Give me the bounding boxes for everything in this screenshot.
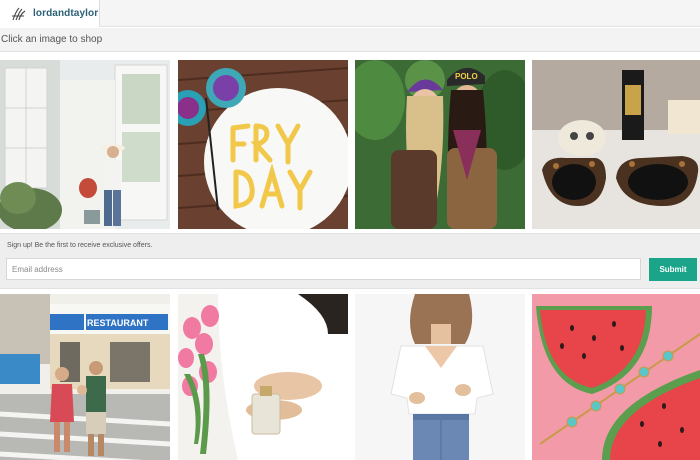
signup-prompt: Sign up! Be the first to receive exclusi… [7, 242, 153, 249]
signup-section: Sign up! Be the first to receive exclusi… [0, 233, 700, 289]
shop-instruction: Click an image to shop [0, 28, 700, 52]
top-bar: lordandtaylor [0, 0, 700, 27]
gallery-image-white-tee[interactable] [355, 294, 525, 460]
gallery-image-woman-door[interactable] [0, 60, 170, 229]
gallery-image-sunglasses[interactable] [532, 60, 700, 229]
restaurant-sign: RESTAURANT [87, 318, 149, 328]
gallery-image-tulips-perfume[interactable] [178, 294, 348, 460]
svg-text:POLO: POLO [455, 72, 478, 81]
email-field[interactable] [6, 258, 641, 280]
brand-name: lordandtaylor [33, 8, 99, 19]
lordandtaylor-logo-icon [10, 5, 28, 23]
brand-tab[interactable]: lordandtaylor [0, 0, 100, 27]
gallery-image-watermelon[interactable] [532, 294, 700, 460]
submit-button[interactable]: Submit [649, 258, 697, 281]
gallery-image-family-street[interactable]: RESTAURANT [0, 294, 170, 460]
gallery-image-two-girls[interactable]: POLO [355, 60, 525, 229]
gallery-image-fry-day[interactable] [178, 60, 348, 229]
